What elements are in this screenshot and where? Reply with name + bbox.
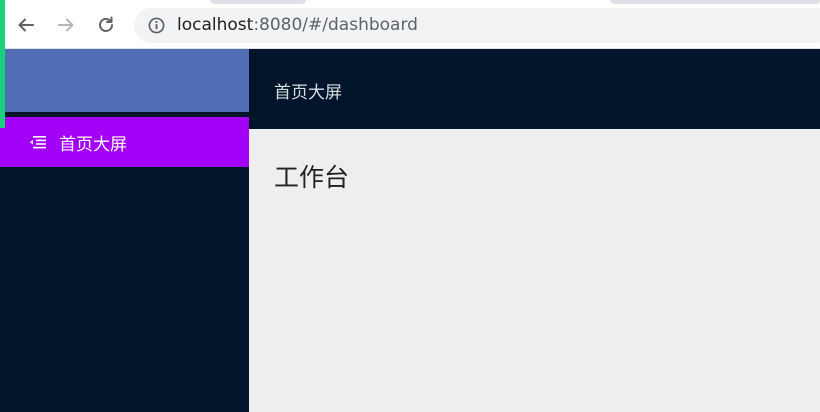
top-header: 首页大屏 <box>249 49 820 129</box>
browser-tab-edge[interactable] <box>610 0 820 4</box>
forward-button[interactable] <box>52 11 80 39</box>
url-path: :8080/#/dashboard <box>253 15 418 35</box>
reload-button[interactable] <box>92 11 120 39</box>
sidebar: 首页大屏 <box>0 49 249 412</box>
accent-strip <box>0 49 5 128</box>
back-button[interactable] <box>12 11 40 39</box>
logo-area <box>0 49 249 112</box>
menu-fold-icon <box>29 136 46 149</box>
browser-toolbar: localhost:8080/#/dashboard <box>0 0 820 49</box>
sidebar-item-dashboard[interactable]: 首页大屏 <box>0 117 249 167</box>
arrow-right-icon <box>58 18 74 32</box>
address-bar[interactable]: localhost:8080/#/dashboard <box>134 8 820 43</box>
sidebar-item-label: 首页大屏 <box>59 134 127 155</box>
header-title: 首页大屏 <box>274 83 342 103</box>
browser-tab-edge[interactable] <box>210 0 306 4</box>
accent-strip <box>0 0 5 49</box>
url-text[interactable]: localhost:8080/#/dashboard <box>177 14 418 36</box>
info-icon[interactable] <box>148 17 165 34</box>
page-title: 工作台 <box>274 163 350 192</box>
main-content: 工作台 <box>249 129 820 412</box>
app-root: 首页大屏 首页大屏 工作台 <box>0 0 820 412</box>
reload-icon <box>99 16 113 32</box>
arrow-left-icon <box>18 18 34 32</box>
url-host: localhost <box>177 15 254 35</box>
